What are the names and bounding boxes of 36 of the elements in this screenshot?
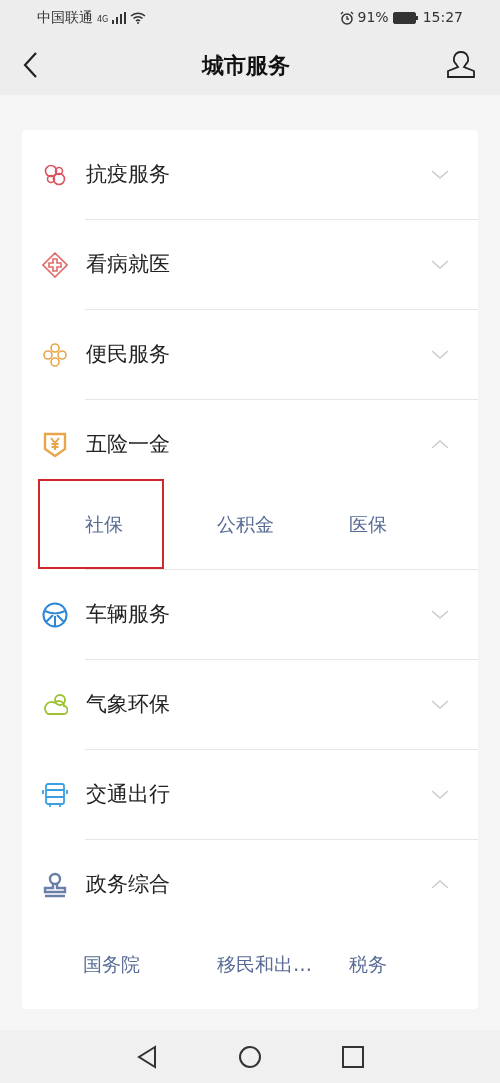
category-row[interactable]: 交通出行	[22, 750, 478, 839]
category-label: 交通出行	[86, 780, 171, 808]
clock-time: 15:27	[422, 8, 463, 27]
page-title: 城市服务	[202, 51, 290, 80]
signal-icon	[112, 11, 127, 24]
chevron-down-icon	[430, 699, 450, 710]
category-row[interactable]: 车辆服务	[22, 570, 478, 659]
category-label: 抗疫服务	[86, 160, 171, 188]
category-label: 气象环保	[86, 690, 171, 718]
battery-icon	[392, 11, 419, 24]
carrier-name: 中国联通	[37, 8, 93, 27]
category-row[interactable]: 便民服务	[22, 310, 478, 399]
chevron-up-icon	[430, 439, 450, 450]
category-label: 便民服务	[86, 340, 171, 368]
recents-nav-button[interactable]	[342, 1045, 364, 1068]
category-row[interactable]: 看病就医	[22, 220, 478, 309]
category-label: 车辆服务	[86, 600, 171, 628]
category-row[interactable]: 抗疫服务	[22, 130, 478, 219]
chevron-down-icon	[430, 169, 450, 180]
network-type: 4G	[97, 16, 109, 24]
category-label: 看病就医	[86, 250, 171, 278]
profile-button[interactable]	[446, 49, 478, 81]
back-nav-button[interactable]	[136, 1044, 158, 1069]
wifi-icon	[130, 11, 147, 24]
battery-percent: 91%	[357, 8, 389, 27]
chevron-down-icon	[430, 349, 450, 360]
category-row[interactable]: 气象环保	[22, 660, 478, 749]
category-label: 五险一金	[86, 430, 171, 458]
chevron-down-icon	[430, 259, 450, 270]
chevron-down-icon	[430, 609, 450, 620]
category-label: 政务综合	[86, 870, 171, 898]
home-nav-button[interactable]	[238, 1044, 262, 1069]
alarm-icon	[339, 10, 354, 25]
chevron-up-icon	[430, 879, 450, 890]
chevron-down-icon	[430, 789, 450, 800]
sub-service-link[interactable]: 社保	[38, 479, 164, 569]
